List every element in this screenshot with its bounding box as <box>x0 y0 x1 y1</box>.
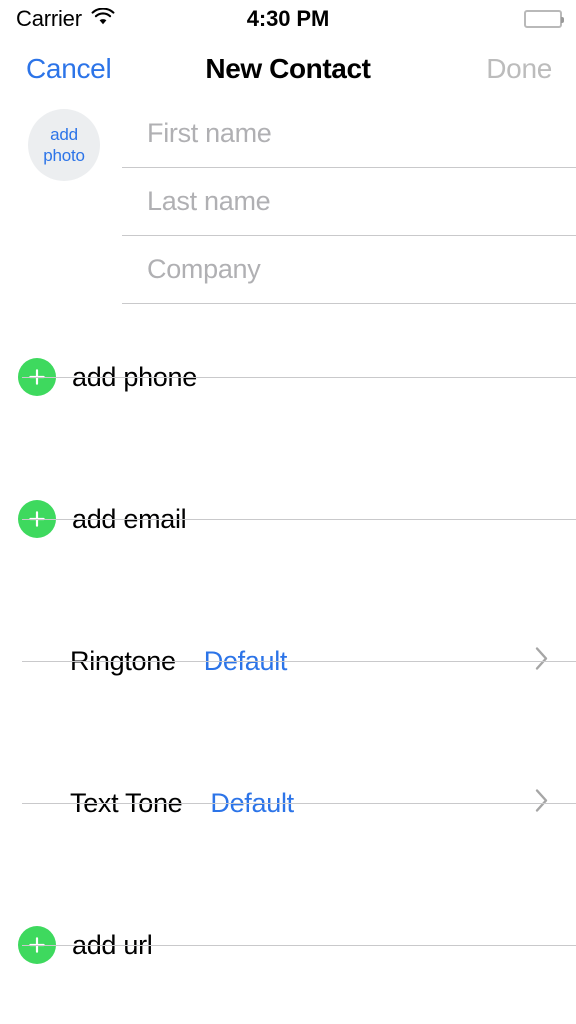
status-bar-time: 4:30 PM <box>246 6 330 31</box>
navigation-bar: Cancel New Contact Done <box>0 38 576 100</box>
separator <box>22 944 576 946</box>
company-row[interactable] <box>122 236 576 304</box>
add-photo-label-line1: add <box>50 125 78 144</box>
contact-form: add photo First name Last name Company a… <box>0 100 576 1024</box>
separator <box>22 660 576 662</box>
separator <box>22 802 576 804</box>
section-gap-2 <box>0 410 576 486</box>
name-fields-group <box>122 100 576 304</box>
section-gap-3 <box>0 552 576 628</box>
separator <box>22 518 576 520</box>
add-photo-button[interactable]: add photo <box>28 109 100 181</box>
contact-header-block: add photo <box>0 100 576 304</box>
separator <box>22 376 576 378</box>
battery-full-icon <box>524 10 564 28</box>
section-gap-1 <box>0 300 576 344</box>
new-contact-screen: Carrier 4:30 PM Cancel New Contact Done <box>0 0 576 1024</box>
ringtone-row[interactable]: Ringtone Default <box>0 628 576 694</box>
add-photo-label-line2: photo <box>43 146 85 165</box>
add-email-row[interactable]: add email <box>0 486 576 552</box>
section-gap-5 <box>0 836 576 912</box>
company-field[interactable] <box>122 254 576 285</box>
status-bar: Carrier 4:30 PM <box>0 0 576 38</box>
add-url-row[interactable]: add url <box>0 912 576 978</box>
section-gap-4 <box>0 694 576 770</box>
add-phone-row[interactable]: add phone <box>0 344 576 410</box>
text-tone-row[interactable]: Text Tone Default <box>0 770 576 836</box>
done-button[interactable]: Done <box>486 53 552 85</box>
last-name-field[interactable] <box>122 186 576 217</box>
status-bar-right <box>524 10 564 28</box>
first-name-row[interactable] <box>122 100 576 168</box>
first-name-field[interactable] <box>122 118 576 149</box>
last-name-row[interactable] <box>122 168 576 236</box>
